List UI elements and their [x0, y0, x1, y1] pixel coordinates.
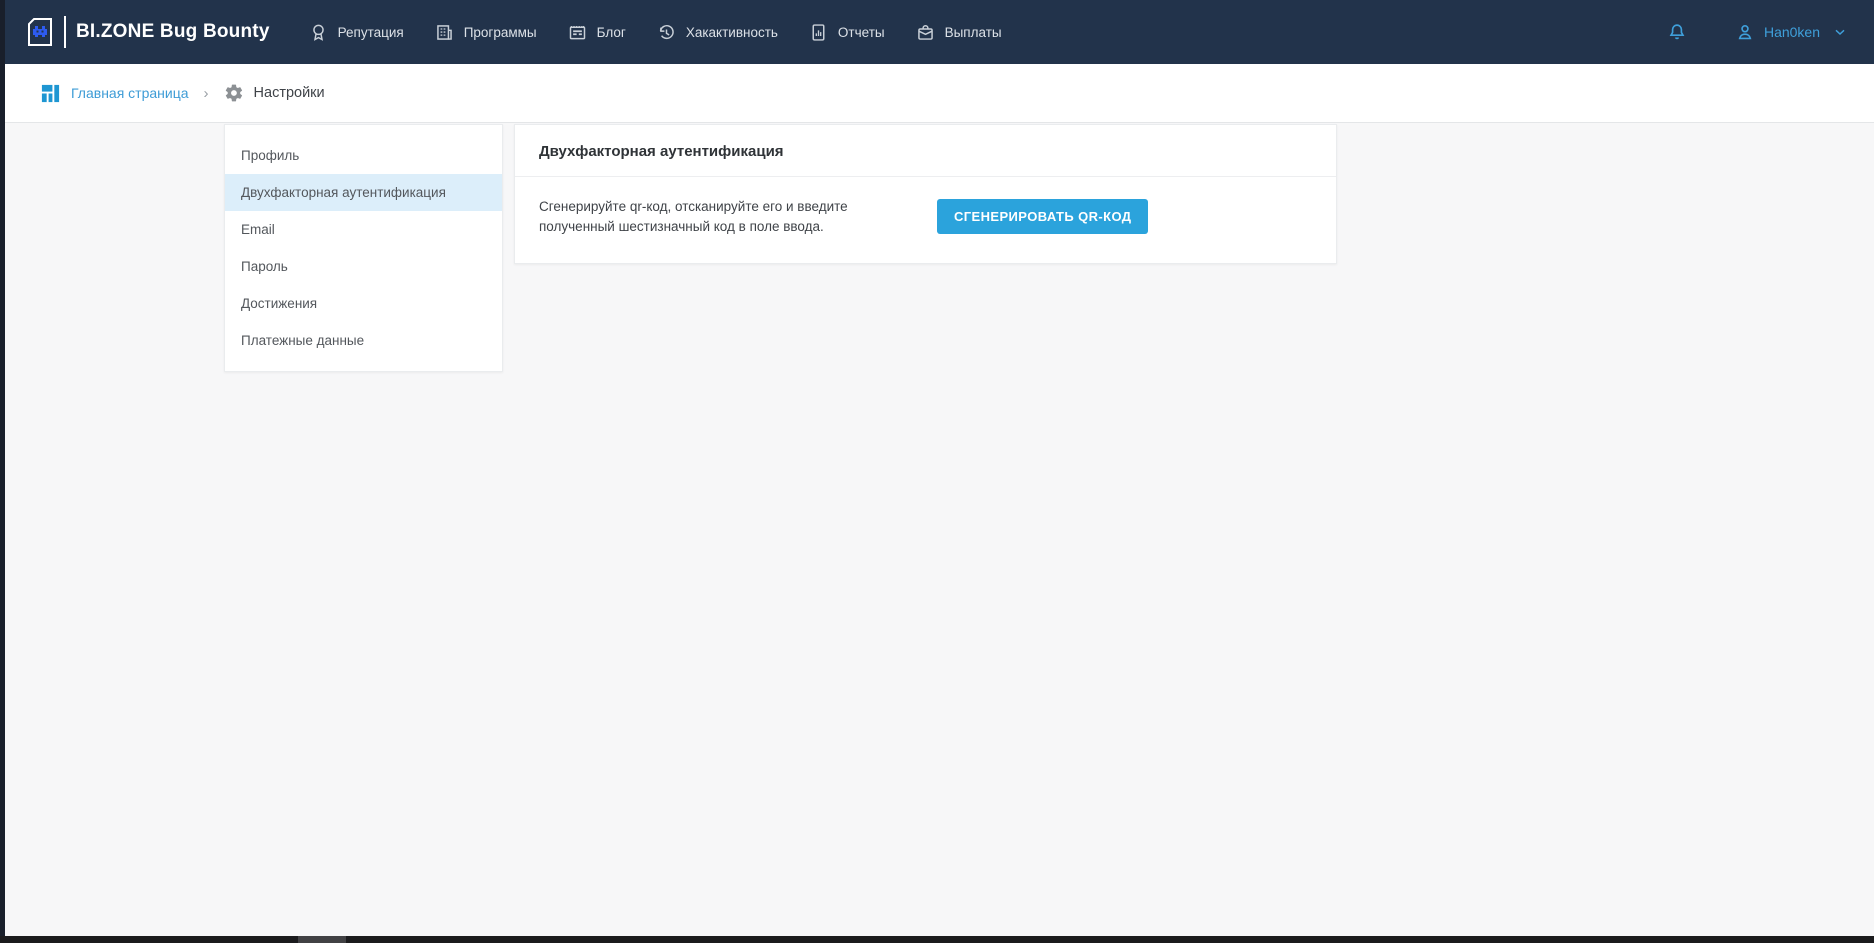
- horizontal-scrollbar-track[interactable]: [0, 936, 1874, 943]
- navbar-right: Han0ken: [1666, 21, 1848, 43]
- settings-nav-two-factor[interactable]: Двухфакторная аутентификация: [225, 174, 502, 211]
- settings-nav-password[interactable]: Пароль: [225, 248, 502, 285]
- nav-item-hackactivity[interactable]: Хакактивность: [656, 22, 778, 43]
- main-nav: Репутация Программы Блог Хака: [308, 22, 1002, 43]
- medal-icon: [308, 22, 329, 43]
- settings-nav-profile[interactable]: Профиль: [225, 137, 502, 174]
- building-icon: [434, 22, 455, 43]
- history-icon: [656, 22, 677, 43]
- settings-nav-achievements[interactable]: Достижения: [225, 285, 502, 322]
- nav-item-label: Выплаты: [945, 25, 1002, 40]
- two-factor-panel: Двухфакторная аутентификация Сгенерируйт…: [514, 124, 1337, 264]
- nav-item-reputation[interactable]: Репутация: [308, 22, 404, 43]
- panel-body: Сгенерируйте qr-код, отсканируйте его и …: [515, 177, 1336, 263]
- dashboard-grid-icon: [40, 83, 61, 104]
- settings-nav-payment-data[interactable]: Платежные данные: [225, 322, 502, 359]
- logo-separator: [64, 16, 66, 48]
- news-icon: [567, 22, 588, 43]
- nav-item-label: Хакактивность: [686, 25, 778, 40]
- username: Han0ken: [1764, 24, 1820, 40]
- chevron-down-icon: [1832, 24, 1848, 40]
- panel-description: Сгенерируйте qr-код, отсканируйте его и …: [539, 197, 891, 237]
- brand-title: BI.ZONE Bug Bounty: [76, 21, 270, 43]
- window-left-edge: [0, 0, 5, 943]
- nav-item-label: Репутация: [338, 25, 404, 40]
- user-icon: [1734, 21, 1756, 43]
- breadcrumb-current-label: Настройки: [254, 85, 325, 101]
- nav-item-programs[interactable]: Программы: [434, 22, 537, 43]
- nav-item-label: Блог: [597, 25, 626, 40]
- nav-item-label: Программы: [464, 25, 537, 40]
- bug-logo-icon: [22, 14, 58, 50]
- breadcrumb-current: Настройки: [224, 83, 325, 103]
- nav-item-blog[interactable]: Блог: [567, 22, 626, 43]
- breadcrumb-home-label: Главная страница: [71, 85, 189, 101]
- nav-item-label: Отчеты: [838, 25, 885, 40]
- bell-icon: [1666, 21, 1688, 43]
- report-icon: [808, 22, 829, 43]
- notifications-button[interactable]: [1666, 21, 1688, 43]
- horizontal-scrollbar-thumb[interactable]: [298, 936, 346, 943]
- payout-bag-icon: [915, 22, 936, 43]
- breadcrumb-separator: ›: [204, 85, 209, 102]
- user-menu[interactable]: Han0ken: [1734, 21, 1848, 43]
- generate-qr-button[interactable]: СГЕНЕРИРОВАТЬ QR-КОД: [937, 199, 1148, 234]
- breadcrumb: Главная страница › Настройки: [0, 64, 1874, 123]
- settings-nav-email[interactable]: Email: [225, 211, 502, 248]
- gear-icon: [224, 83, 244, 103]
- settings-nav-card: Профиль Двухфакторная аутентификация Ema…: [224, 124, 503, 372]
- top-navbar: BI.ZONE Bug Bounty Репутация Программы: [0, 0, 1874, 64]
- nav-item-reports[interactable]: Отчеты: [808, 22, 885, 43]
- brand-logo[interactable]: BI.ZONE Bug Bounty: [22, 14, 270, 50]
- panel-title: Двухфакторная аутентификация: [515, 125, 1336, 177]
- nav-item-payouts[interactable]: Выплаты: [915, 22, 1002, 43]
- breadcrumb-home-link[interactable]: Главная страница: [40, 83, 189, 104]
